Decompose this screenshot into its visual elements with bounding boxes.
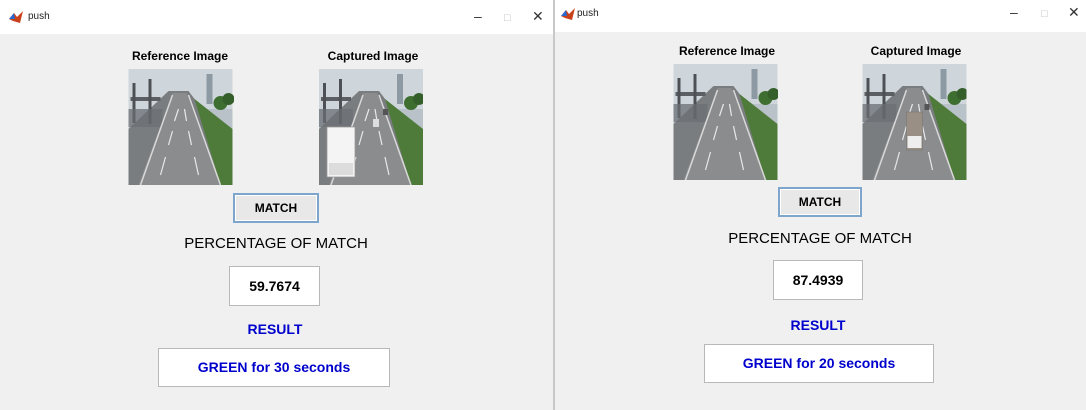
title-bar[interactable]: push – □ ✕ [555, 0, 1086, 32]
captured-image [862, 64, 967, 180]
percentage-value-field[interactable]: 59.7674 [229, 266, 320, 306]
percentage-of-match-label: PERCENTAGE OF MATCH [728, 230, 912, 247]
reference-image-label: Reference Image [131, 49, 229, 63]
matlab-icon [9, 11, 23, 23]
match-button[interactable]: MATCH [778, 187, 862, 217]
match-button[interactable]: MATCH [233, 193, 319, 223]
reference-image [673, 64, 778, 180]
percentage-of-match-label: PERCENTAGE OF MATCH [184, 235, 368, 252]
result-value-field[interactable]: GREEN for 30 seconds [158, 348, 390, 387]
window-left: push – □ ✕ Reference Image Captured Imag… [0, 0, 553, 410]
reference-image [127, 69, 234, 185]
window-right: push – □ ✕ Reference Image Captured Imag… [555, 0, 1086, 410]
window-title: push [28, 11, 50, 22]
captured-image-label: Captured Image [870, 44, 962, 58]
captured-image-label: Captured Image [327, 49, 419, 63]
percentage-value-field[interactable]: 87.4939 [773, 260, 863, 300]
title-bar[interactable]: push – □ ✕ [0, 0, 553, 34]
result-value-field[interactable]: GREEN for 20 seconds [704, 344, 934, 383]
maximize-icon[interactable]: □ [1041, 6, 1048, 22]
window-title: push [577, 8, 599, 19]
minimize-icon[interactable]: – [1010, 4, 1018, 20]
result-label: RESULT [247, 321, 303, 337]
result-label: RESULT [790, 317, 846, 333]
close-icon[interactable]: ✕ [1068, 4, 1080, 20]
close-icon[interactable]: ✕ [532, 8, 544, 24]
minimize-icon[interactable]: – [474, 8, 482, 24]
maximize-icon[interactable]: □ [504, 10, 511, 26]
matlab-icon [561, 8, 575, 20]
captured-image [318, 69, 424, 185]
reference-image-label: Reference Image [678, 44, 776, 58]
